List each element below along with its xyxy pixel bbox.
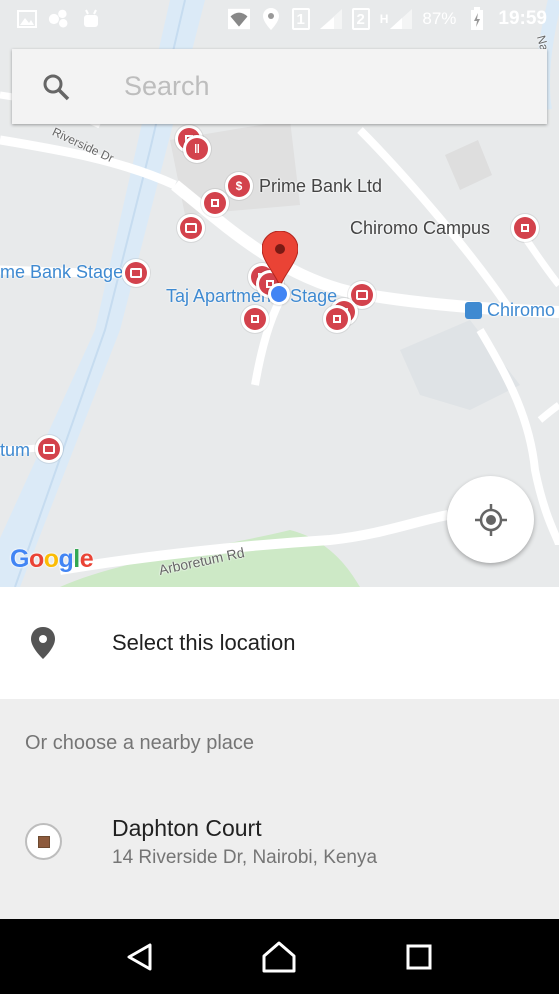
bus-stop-icon[interactable] [122,259,150,287]
app-root: Riverside Dr Na Prime Bank Ltd Chiromo C… [0,0,559,994]
network-type: H [379,12,389,26]
back-button[interactable] [115,932,165,982]
select-location-row[interactable]: Select this location [0,587,559,699]
poi-marker[interactable] [241,305,269,333]
navigation-bar [0,919,559,994]
place-address: 14 Riverside Dr, Nairobi, Kenya [112,847,378,868]
image-icon [16,8,38,30]
current-location-dot [268,283,290,305]
search-icon[interactable] [26,49,86,124]
crosshair-icon [474,503,507,536]
bus-stop-icon[interactable] [177,214,205,242]
location-pin-icon[interactable] [262,231,298,289]
map-pin-icon [21,621,65,665]
search-bar[interactable] [12,49,547,124]
battery-charging-icon [466,7,488,30]
restaurant-poi-icon[interactable]: ǁ [183,135,211,163]
location-icon [260,8,282,30]
wifi-icon [227,8,250,30]
select-location-label: Select this location [112,630,296,655]
recents-button[interactable] [394,932,444,982]
home-button[interactable] [254,932,304,982]
nearby-places-panel: Or choose a nearby place Daphton Court 1… [0,699,559,919]
map-label-chiromo-campus[interactable]: Chiromo Campus [350,218,490,239]
sim2-indicator: 2 [351,8,370,30]
home-icon [262,941,296,972]
back-icon [127,943,152,970]
clock: 19:59 [498,8,547,29]
bus-station-icon[interactable] [465,302,482,319]
bank-poi-icon[interactable]: $ [225,172,253,200]
map-label-prime-bank-stage[interactable]: me Bank Stage [0,262,123,283]
poi-marker[interactable] [323,305,351,333]
map-label-prime-bank[interactable]: Prime Bank Ltd [259,176,382,197]
signal-icon-2 [390,8,413,30]
map-label-arboretum-partial[interactable]: tum [0,440,30,461]
place-name: Daphton Court [112,815,262,841]
map-label-taj-apartments-stage[interactable]: Taj Apartments Stage [166,286,337,307]
nearby-place-item[interactable]: Daphton Court 14 Riverside Dr, Nairobi, … [0,795,559,895]
map-label-chiromo[interactable]: Chiromo [487,300,555,321]
google-logo: Google [10,545,94,573]
nearby-places-header: Or choose a nearby place [25,732,255,754]
place-type-icon [25,823,62,860]
battery-percent: 87% [422,9,457,28]
bus-stop-icon[interactable] [35,435,63,463]
hexagon-app-icon [48,8,70,30]
recents-icon [406,944,432,969]
status-bar: 1 2 H 87% 19:59 [0,0,559,38]
sim1-indicator: 1 [291,8,310,30]
my-location-button[interactable] [447,476,534,563]
signal-icon [319,8,342,30]
search-input[interactable] [124,71,504,102]
android-icon [80,8,102,30]
poi-marker[interactable] [201,189,229,217]
poi-marker[interactable] [511,214,539,242]
